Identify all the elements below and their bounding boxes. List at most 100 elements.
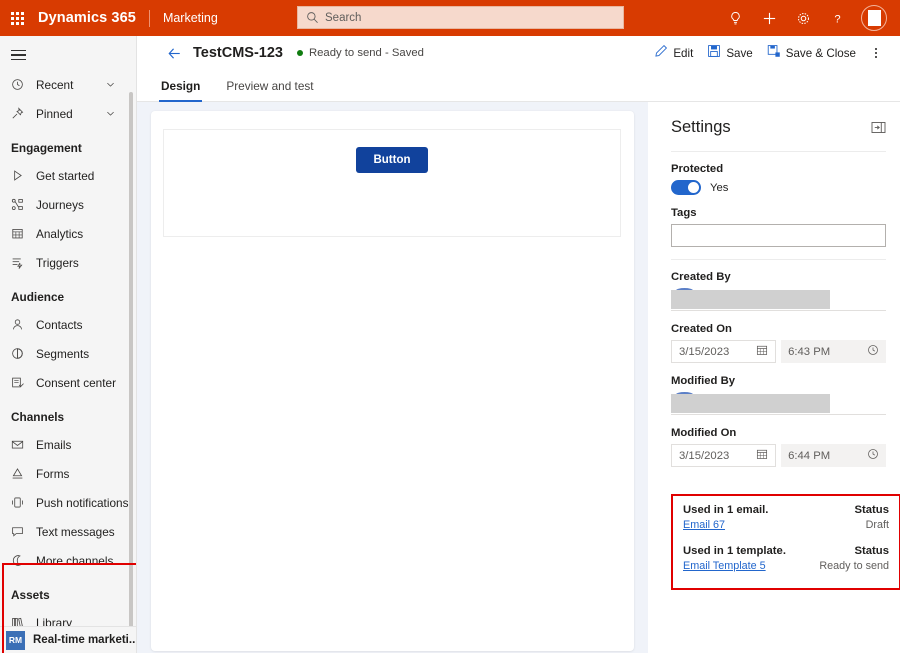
search-icon (306, 11, 319, 24)
app-switcher-label: Real-time marketi... (33, 634, 137, 646)
sidebar-item-label: Recent (36, 78, 73, 92)
topbar-icon-group: ? (718, 0, 894, 36)
tags-input[interactable] (671, 224, 886, 247)
edit-button[interactable]: Edit (647, 39, 700, 67)
chat-icon (11, 525, 29, 538)
search-placeholder: Search (325, 12, 361, 24)
canvas-gutter (648, 102, 657, 653)
form-icon (11, 467, 29, 480)
protected-toggle[interactable] (671, 180, 701, 195)
sidebar-scrollbar[interactable] (129, 92, 133, 653)
field-created-on: Created On 3/15/2023 6:43 PM (671, 323, 886, 363)
top-navigation-bar: Dynamics 365 Marketing Search ? (0, 0, 900, 36)
lightbulb-icon[interactable] (718, 0, 752, 36)
question-icon[interactable]: ? (820, 0, 854, 36)
save-and-close-button[interactable]: Save & Close (760, 39, 863, 67)
calendar-icon[interactable] (756, 344, 768, 359)
modified-on-date[interactable]: 3/15/2023 (671, 444, 776, 467)
save-and-close-label: Save & Close (786, 47, 856, 60)
created-on-time-value: 6:43 PM (788, 346, 830, 358)
collapse-panel-icon[interactable] (871, 121, 886, 134)
avatar[interactable] (854, 0, 894, 36)
sidebar-item-text-messages[interactable]: Text messages (0, 517, 136, 546)
field-protected: Protected Yes (671, 163, 886, 195)
plus-icon[interactable] (752, 0, 786, 36)
sidebar-item-forms[interactable]: Forms (0, 459, 136, 488)
settings-panel: Settings Protected Yes Tags (657, 102, 900, 653)
app-launcher-icon[interactable] (0, 0, 34, 36)
triggers-icon (11, 256, 29, 269)
clock-icon[interactable] (867, 344, 879, 359)
app-switcher[interactable]: RM Real-time marketi... (0, 626, 137, 653)
clock-icon[interactable] (867, 448, 879, 463)
sidebar-item-label: Segments (36, 347, 89, 361)
created-by-label: Created By (671, 271, 886, 283)
sidebar-item-label: Forms (36, 467, 69, 481)
sidebar-group-engagement: Engagement (0, 128, 136, 161)
usage-highlight-box: Used in 1 email. Status Email 67 Draft U… (671, 494, 900, 590)
cta-button[interactable]: Button (356, 147, 427, 173)
sidebar-item-emails[interactable]: Emails (0, 430, 136, 459)
overflow-menu-icon[interactable] (863, 39, 889, 67)
usage-template-link[interactable]: Email Template 5 (683, 560, 766, 572)
settings-title: Settings (671, 118, 731, 137)
sidebar-item-pinned[interactable]: Pinned (0, 99, 136, 128)
sidebar-item-push-notifications[interactable]: Push notifications (0, 488, 136, 517)
pin-icon (11, 107, 29, 120)
sidebar-item-segments[interactable]: Segments (0, 339, 136, 368)
tab-design[interactable]: Design (159, 79, 202, 101)
sidebar-group-assets: Assets (0, 575, 136, 608)
sidebar-item-more-channels[interactable]: More channels (0, 546, 136, 575)
calendar-icon[interactable] (756, 448, 768, 463)
brand-title[interactable]: Dynamics 365 (38, 10, 136, 26)
sidebar-item-label: More channels (36, 554, 113, 568)
field-created-by: Created By (671, 271, 886, 311)
sidebar-group-audience: Audience (0, 277, 136, 310)
save-button[interactable]: Save (700, 39, 759, 67)
sidebar-item-label: Analytics (36, 227, 83, 241)
search-input[interactable]: Search (297, 6, 624, 29)
usage-email-link[interactable]: Email 67 (683, 519, 725, 531)
sidebar-item-label: Consent center (36, 376, 116, 390)
redaction-block (671, 394, 830, 413)
journeys-icon (11, 198, 29, 211)
chevron-down-icon[interactable] (105, 79, 116, 90)
status-dot (297, 50, 303, 56)
sidebar-item-journeys[interactable]: Journeys (0, 190, 136, 219)
person-icon (11, 318, 29, 331)
tab-preview-and-test[interactable]: Preview and test (224, 79, 315, 101)
usage-template-row: Email Template 5 Ready to send (683, 560, 889, 572)
play-icon (11, 169, 29, 182)
analytics-icon (11, 227, 29, 240)
envelope-icon (11, 438, 29, 451)
sidebar: Recent Pinned Engagement Get started (0, 36, 137, 653)
more-channels-icon (11, 554, 29, 567)
created-on-date-value: 3/15/2023 (679, 346, 729, 358)
sidebar-item-label: Get started (36, 169, 94, 183)
svg-text:?: ? (834, 13, 840, 25)
back-arrow-icon[interactable] (159, 36, 189, 70)
hamburger-menu-icon[interactable] (0, 40, 137, 70)
sidebar-item-get-started[interactable]: Get started (0, 161, 136, 190)
modified-on-time[interactable]: 6:44 PM (781, 444, 886, 467)
protected-label: Protected (671, 163, 886, 175)
sidebar-item-label: Emails (36, 438, 71, 452)
sidebar-item-triggers[interactable]: Triggers (0, 248, 136, 277)
sidebar-item-analytics[interactable]: Analytics (0, 219, 136, 248)
gear-icon[interactable] (786, 0, 820, 36)
sidebar-item-consent-center[interactable]: Consent center (0, 368, 136, 397)
save-icon (707, 44, 721, 63)
usage-template-header: Used in 1 template. Status (683, 545, 889, 557)
sidebar-item-label: Push notifications (36, 496, 128, 510)
modified-by-value[interactable] (671, 392, 886, 415)
sidebar-item-contacts[interactable]: Contacts (0, 310, 136, 339)
design-canvas-card: Button (151, 111, 634, 651)
sidebar-item-recent[interactable]: Recent (0, 70, 136, 99)
created-on-date[interactable]: 3/15/2023 (671, 340, 776, 363)
app-name-label[interactable]: Marketing (163, 11, 218, 25)
sidebar-item-label: Journeys (36, 198, 84, 212)
created-on-time[interactable]: 6:43 PM (781, 340, 886, 363)
save-close-icon (767, 44, 781, 63)
chevron-down-icon[interactable] (105, 108, 116, 119)
created-by-value[interactable] (671, 288, 886, 311)
